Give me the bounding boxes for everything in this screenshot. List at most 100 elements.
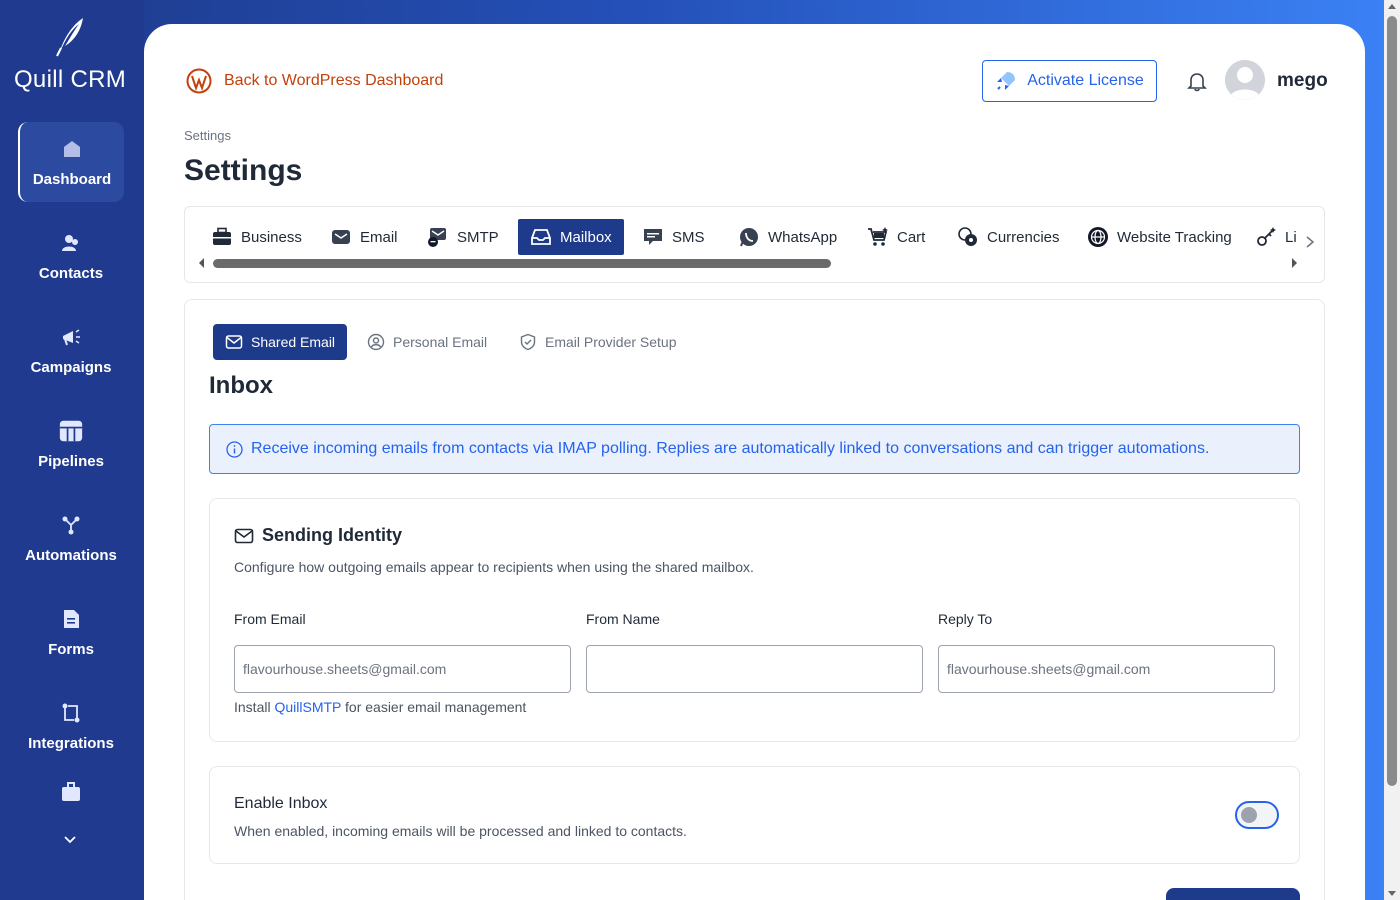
license-icon <box>1255 226 1277 248</box>
enable-inbox-title: Enable Inbox <box>234 795 328 812</box>
activate-license-button[interactable]: Activate License <box>982 60 1157 102</box>
info-icon <box>226 440 243 458</box>
sidebar-item-label: Forms <box>48 640 94 658</box>
tab-label: Currencies <box>987 228 1060 246</box>
scroll-right-arrow-icon[interactable] <box>1292 258 1297 268</box>
tabs-scrollbar[interactable] <box>199 257 1297 269</box>
sidebar-item-contacts[interactable]: Contacts <box>18 216 124 296</box>
settings-tabs: Business Email SMTP Mailbox SMS WhatsApp… <box>184 206 1325 283</box>
from-email-label: From Email <box>234 611 306 627</box>
back-link-label: Back to WordPress Dashboard <box>224 72 444 89</box>
main-panel: Back to WordPress Dashboard Activate Lic… <box>144 24 1365 900</box>
bell-icon[interactable] <box>1186 70 1208 92</box>
install-prefix: Install <box>234 699 271 715</box>
reply-to-field[interactable] <box>938 645 1275 693</box>
save-button[interactable] <box>1166 888 1300 900</box>
enable-inbox-card: Enable Inbox When enabled, incoming emai… <box>209 766 1300 864</box>
sidebar-item-pipelines[interactable]: Pipelines <box>18 404 124 484</box>
tab-mailbox[interactable]: Mailbox <box>518 219 624 255</box>
sidebar-item-more[interactable] <box>18 780 124 830</box>
quill-logo-icon <box>56 18 83 57</box>
back-to-wp-link[interactable]: Back to WordPress Dashboard <box>186 68 443 94</box>
breadcrumb: Settings <box>184 128 231 143</box>
page-scrollbar[interactable] <box>1384 0 1400 900</box>
reply-to-label: Reply To <box>938 611 993 627</box>
sidebar-item-integrations[interactable]: Integrations <box>18 686 124 766</box>
tab-website-tracking[interactable]: Website Tracking <box>1075 219 1244 255</box>
from-name-label: From Name <box>586 611 660 627</box>
mailbox-settings-card: Shared Email Personal Email Email Provid… <box>184 299 1325 900</box>
page-scroll-thumb[interactable] <box>1387 16 1397 786</box>
enable-inbox-toggle[interactable] <box>1235 801 1279 829</box>
tab-sms[interactable]: SMS <box>630 219 717 255</box>
sidebar-item-forms[interactable]: Forms <box>18 592 124 672</box>
tab-label: Business <box>241 228 302 246</box>
sidebar-item-label: Contacts <box>38 264 104 282</box>
avatar[interactable] <box>1225 60 1265 100</box>
subtab-label: Shared Email <box>251 334 336 350</box>
sidebar-item-automations[interactable]: Automations <box>18 498 124 578</box>
sidebar-item-dashboard[interactable]: Dashboard <box>18 122 124 202</box>
subtab-label: Email Provider Setup <box>545 334 677 350</box>
page-title: Settings <box>184 154 303 187</box>
chevron-right-icon[interactable] <box>1303 235 1317 249</box>
envelope-icon <box>234 528 254 543</box>
from-email-field[interactable] <box>234 645 571 693</box>
briefcase-icon <box>211 226 233 248</box>
license-button-label: Activate License <box>1027 72 1144 89</box>
tab-smtp[interactable]: SMTP <box>415 219 511 255</box>
sidebar-item-label: Integrations <box>28 734 114 752</box>
user-circle-icon <box>367 333 385 351</box>
tab-label: Email <box>360 228 398 246</box>
install-suffix: for easier email management <box>345 699 527 715</box>
tabs-scroll-thumb[interactable] <box>213 259 831 268</box>
tab-whatsapp[interactable]: WhatsApp <box>726 219 849 255</box>
envelope-icon <box>330 226 352 248</box>
scroll-up-arrow-icon[interactable] <box>1388 4 1396 9</box>
megaphone-icon <box>59 325 83 349</box>
tab-business[interactable]: Business <box>199 219 314 255</box>
toggle-knob <box>1241 807 1257 823</box>
whatsapp-icon <box>738 226 760 248</box>
app-name: Quill CRM <box>13 66 127 93</box>
inbox-icon <box>530 226 552 248</box>
user-avatar-icon <box>1225 60 1265 100</box>
sidebar-item-label: Dashboard <box>32 170 112 188</box>
enable-inbox-description: When enabled, incoming emails will be pr… <box>234 823 687 839</box>
home-icon <box>60 137 84 161</box>
envelope-icon <box>225 335 243 349</box>
tab-label: SMS <box>672 228 705 246</box>
message-icon <box>642 226 664 248</box>
automation-icon <box>59 513 83 537</box>
rocket-icon <box>997 72 1016 90</box>
inbox-title: Inbox <box>209 372 273 399</box>
tab-currencies[interactable]: Currencies <box>945 219 1072 255</box>
tab-label: Mailbox <box>560 228 612 246</box>
chevron-down-icon[interactable] <box>62 832 78 848</box>
integrations-icon <box>59 701 83 725</box>
coins-icon <box>957 226 979 248</box>
sidebar-item-campaigns[interactable]: Campaigns <box>18 310 124 390</box>
scroll-left-arrow-icon[interactable] <box>199 258 204 268</box>
scroll-down-arrow-icon[interactable] <box>1388 891 1396 896</box>
tab-label: Website Tracking <box>1117 228 1232 246</box>
sending-identity-heading: Sending Identity <box>234 525 402 546</box>
tab-cart[interactable]: Cart <box>855 219 937 255</box>
quillsmtp-link[interactable]: QuillSMTP <box>274 699 341 715</box>
from-name-field[interactable] <box>586 645 923 693</box>
tab-label: Li <box>1285 228 1297 246</box>
subtab-personal-email[interactable]: Personal Email <box>355 324 499 360</box>
install-note: Install QuillSMTP for easier email manag… <box>234 699 526 715</box>
pipeline-icon <box>59 419 83 443</box>
username[interactable]: mego <box>1277 70 1328 92</box>
sending-identity-card: Sending Identity Configure how outgoing … <box>209 498 1300 742</box>
tab-license[interactable]: Li <box>1243 219 1309 255</box>
sending-identity-description: Configure how outgoing emails appear to … <box>234 559 754 575</box>
app-logo[interactable]: Quill CRM <box>0 16 140 94</box>
sidebar: Quill CRM Dashboard Contacts Campaigns P… <box>0 0 144 900</box>
subtab-shared-email[interactable]: Shared Email <box>213 324 348 360</box>
tab-email[interactable]: Email <box>318 219 410 255</box>
info-text: Receive incoming emails from contacts vi… <box>251 440 1210 457</box>
subtab-email-provider-setup[interactable]: Email Provider Setup <box>507 324 689 360</box>
tab-label: WhatsApp <box>768 228 838 246</box>
